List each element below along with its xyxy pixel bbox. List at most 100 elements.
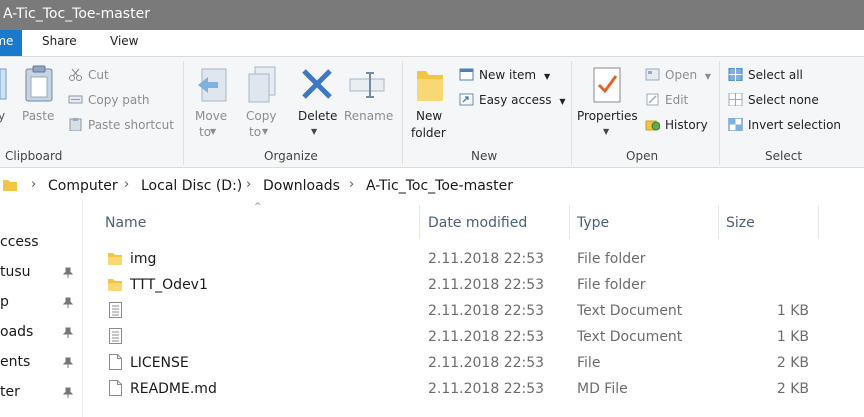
column-header-type[interactable]: Type	[577, 215, 609, 231]
column-divider[interactable]	[419, 205, 420, 239]
text-file-icon	[109, 302, 122, 318]
file-name[interactable]: TTT_Odev1	[130, 277, 208, 293]
breadcrumb-separator-icon[interactable]: ›	[124, 177, 129, 192]
group-divider	[719, 61, 720, 165]
breadcrumb-separator-icon[interactable]: ›	[349, 177, 354, 192]
pin-icon	[62, 357, 74, 368]
breadcrumb-downloads[interactable]: Downloads	[263, 178, 340, 194]
pin-icon	[62, 327, 74, 338]
file-size: 2 KB	[776, 355, 809, 371]
folder-icon	[3, 180, 17, 191]
column-divider[interactable]	[718, 205, 719, 239]
nav-item-quick-access[interactable]: ccess	[0, 234, 39, 250]
file-type: File folder	[577, 277, 646, 293]
file-icon	[109, 380, 122, 396]
properties-button[interactable]: Properties	[577, 109, 638, 123]
clipboard-group-label: Clipboard	[5, 149, 63, 163]
edit-icon	[646, 93, 659, 106]
rename-button[interactable]: Rename	[344, 109, 393, 123]
tab-view[interactable]: View	[110, 34, 138, 48]
tab-home[interactable]: Home	[0, 30, 22, 56]
properties-dropdown-icon: ▼	[603, 127, 610, 136]
breadcrumb-local-disc[interactable]: Local Disc (D:)	[141, 178, 242, 194]
rename-icon[interactable]	[348, 67, 386, 101]
paste-shortcut-button[interactable]: Paste shortcut	[68, 118, 174, 132]
move-to-button[interactable]: Move	[195, 109, 227, 123]
open-icon	[645, 68, 660, 81]
file-name[interactable]: LICENSE	[130, 355, 189, 371]
file-size: 1 KB	[776, 329, 809, 345]
group-divider	[402, 61, 403, 165]
select-all-icon	[728, 68, 743, 81]
edit-button[interactable]: Edit	[645, 93, 688, 107]
breadcrumb-separator-icon[interactable]: ›	[31, 177, 36, 192]
new-folder-button[interactable]: New	[416, 109, 442, 123]
invert-selection-icon	[728, 118, 743, 131]
copy-path-label: Copy path	[88, 93, 150, 107]
move-to-icon[interactable]	[196, 65, 230, 105]
paste-icon[interactable]	[22, 65, 56, 105]
easy-access-dropdown-icon: ▼	[559, 97, 566, 106]
select-none-button[interactable]: Select none	[728, 93, 819, 107]
file-date: 2.11.2018 22:53	[428, 329, 545, 345]
window-title: A-Tic_Toc_Toe-master	[3, 6, 150, 22]
column-header-size[interactable]: Size	[726, 215, 755, 231]
column-divider[interactable]	[818, 205, 819, 239]
address-bar[interactable]: › Computer › Local Disc (D:) › Downloads…	[0, 172, 864, 200]
text-file-icon	[109, 328, 122, 344]
open-button[interactable]: Open ▼	[645, 68, 711, 82]
tab-share[interactable]: Share	[42, 34, 77, 48]
folder-icon	[108, 253, 122, 265]
folder-icon	[108, 279, 122, 291]
column-divider[interactable]	[569, 205, 570, 239]
cut-label: Cut	[88, 68, 109, 82]
file-name[interactable]: README.md	[130, 381, 217, 397]
nav-item[interactable]: tusu	[0, 264, 31, 280]
invert-selection-button[interactable]: Invert selection	[728, 118, 841, 132]
pin-icon	[62, 387, 74, 398]
ribbon: y Paste Cut Copy path Paste shortcut Cli…	[0, 56, 864, 168]
copy-to-icon[interactable]	[245, 65, 279, 105]
column-header-name[interactable]: Name	[105, 215, 146, 231]
select-none-icon	[728, 93, 743, 106]
new-group-label: New	[471, 149, 498, 163]
easy-access-button[interactable]: Easy access ▼	[459, 93, 566, 107]
pin-to-quick-access-icon[interactable]	[0, 65, 8, 101]
new-folder-icon[interactable]	[414, 65, 446, 105]
navigation-pane: ccess tusu p oads ents ter	[0, 200, 82, 417]
file-date: 2.11.2018 22:53	[428, 251, 545, 267]
properties-icon[interactable]	[591, 65, 623, 105]
nav-item[interactable]: ter	[0, 384, 20, 400]
file-date: 2.11.2018 22:53	[428, 381, 545, 397]
history-icon	[645, 120, 660, 131]
nav-item[interactable]: oads	[0, 324, 33, 340]
paste-shortcut-icon	[69, 118, 82, 131]
breadcrumb-current-folder[interactable]: A-Tic_Toc_Toe-master	[366, 178, 513, 194]
file-name[interactable]: img	[130, 251, 156, 267]
breadcrumb-separator-icon[interactable]: ›	[246, 177, 251, 192]
paste-button[interactable]: Paste	[22, 109, 54, 123]
copy-path-button[interactable]: Copy path	[68, 93, 150, 107]
copy-to-button[interactable]: Copy	[246, 109, 276, 123]
pane-splitter[interactable]	[82, 200, 83, 417]
cut-button[interactable]: Cut	[68, 68, 109, 82]
file-size: 2 KB	[776, 381, 809, 397]
new-item-button[interactable]: New item ▼	[459, 68, 550, 82]
breadcrumb-computer[interactable]: Computer	[48, 178, 118, 194]
edit-label: Edit	[665, 93, 689, 107]
organize-group-label: Organize	[264, 149, 318, 163]
nav-item[interactable]: p	[0, 294, 9, 310]
delete-button[interactable]: Delete	[298, 109, 337, 123]
history-button[interactable]: History	[645, 118, 708, 132]
file-size: 1 KB	[776, 303, 809, 319]
pin-icon	[62, 267, 74, 278]
file-type: Text Document	[577, 303, 683, 319]
select-all-button[interactable]: Select all	[728, 68, 803, 82]
nav-item[interactable]: ents	[0, 354, 30, 370]
select-none-label: Select none	[748, 93, 819, 107]
paste-shortcut-label: Paste shortcut	[88, 118, 174, 132]
new-item-dropdown-icon: ▼	[543, 72, 551, 81]
delete-icon[interactable]	[300, 67, 334, 101]
column-header-date-modified[interactable]: Date modified	[428, 215, 527, 231]
file-date: 2.11.2018 22:53	[428, 355, 545, 371]
